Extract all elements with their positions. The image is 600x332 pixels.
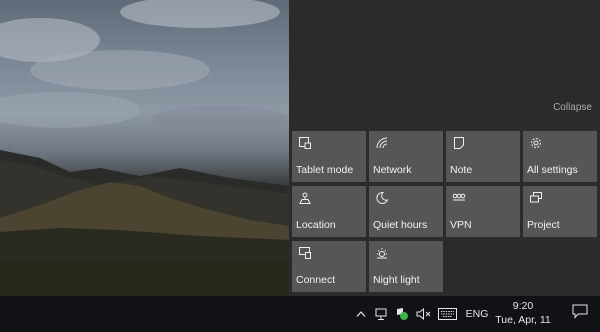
notifications-button[interactable] (560, 296, 600, 332)
network-icon[interactable] (373, 296, 391, 332)
clock-date: Tue, Apr, 11 (495, 314, 551, 326)
tile-night-light[interactable]: Night light (369, 241, 443, 292)
tile-note[interactable]: Note (446, 131, 520, 182)
tile-tablet-mode[interactable]: Tablet mode (292, 131, 366, 182)
moon-icon (375, 191, 389, 205)
note-icon (452, 136, 466, 150)
tile-all-settings[interactable]: All settings (523, 131, 597, 182)
tile-label: Tablet mode (296, 164, 354, 176)
vpn-icon (452, 191, 466, 205)
chevron-up-icon[interactable] (354, 296, 368, 332)
gear-icon (529, 136, 543, 150)
tile-label: Project (527, 219, 560, 231)
sun-icon (375, 246, 389, 260)
tile-label: Location (296, 219, 336, 231)
tile-label: All settings (527, 164, 578, 176)
clock[interactable]: 9:20 Tue, Apr, 11 (488, 299, 558, 329)
tile-label: Connect (296, 274, 336, 286)
collapse-link[interactable]: Collapse (553, 102, 592, 113)
tile-label: Network (373, 164, 412, 176)
tile-location[interactable]: Location (292, 186, 366, 237)
quick-actions-grid: Tablet mode Network Note All settings Lo… (292, 131, 597, 292)
location-icon (298, 191, 312, 205)
tile-label: Quiet hours (373, 219, 428, 231)
action-center-panel: Collapse Tablet mode Network Note All se… (289, 0, 600, 296)
project-icon (529, 191, 543, 205)
network-icon (375, 136, 389, 150)
defender-icon[interactable] (394, 296, 410, 332)
tile-connect[interactable]: Connect (292, 241, 366, 292)
tile-label: Night light (373, 274, 420, 286)
tile-vpn[interactable]: VPN (446, 186, 520, 237)
tile-quiet-hours[interactable]: Quiet hours (369, 186, 443, 237)
tile-label: VPN (450, 219, 472, 231)
tile-network[interactable]: Network (369, 131, 443, 182)
connect-icon (298, 246, 312, 260)
taskbar: ENG 9:20 Tue, Apr, 11 (0, 296, 600, 332)
tablet-mode-icon (298, 136, 312, 150)
notification-icon (572, 304, 588, 324)
tile-label: Note (450, 164, 473, 176)
volume-muted-icon[interactable] (414, 296, 432, 332)
input-language-indicator[interactable]: ENG (464, 296, 490, 332)
keyboard-icon[interactable] (436, 296, 458, 332)
clock-time: 9:20 (512, 300, 534, 312)
tile-project[interactable]: Project (523, 186, 597, 237)
